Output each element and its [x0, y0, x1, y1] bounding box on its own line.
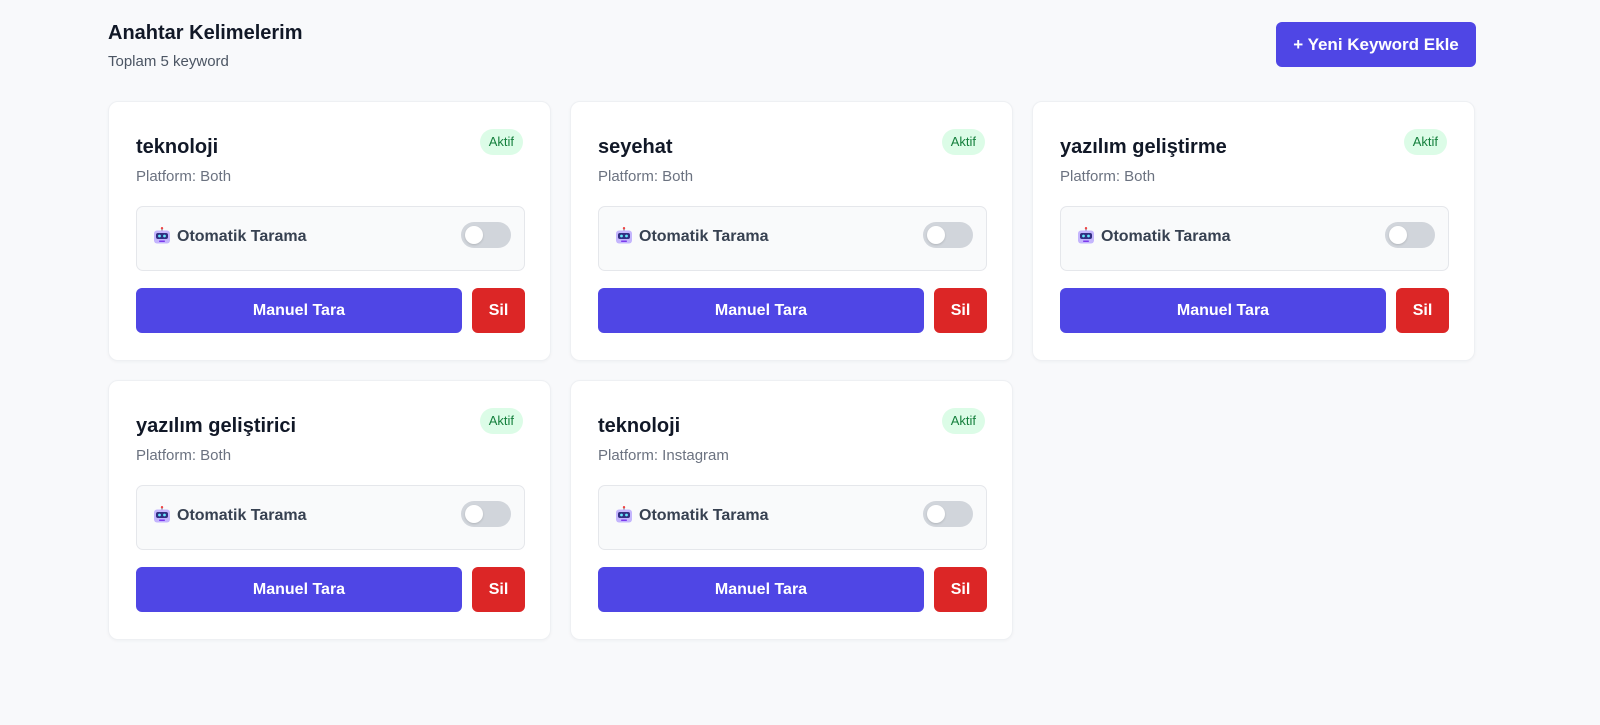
- page-header: Anahtar Kelimelerim Toplam 5 keyword + Y…: [108, 20, 1476, 80]
- auto-scan-toggle[interactable]: [461, 222, 511, 248]
- auto-scan-panel: Otomatik Tarama: [598, 206, 987, 271]
- manual-scan-button[interactable]: Manuel Tara: [136, 288, 462, 333]
- status-badge: Aktif: [941, 408, 985, 434]
- auto-scan-panel: Otomatik Tarama: [136, 206, 525, 271]
- add-keyword-button[interactable]: + Yeni Keyword Ekle: [1276, 22, 1476, 67]
- keyword-platform: Platform: Both: [136, 168, 232, 185]
- keyword-title: yazılım geliştirme: [1060, 136, 1227, 158]
- keyword-title: seyehat: [598, 136, 673, 158]
- auto-scan-panel: Otomatik Tarama: [136, 485, 525, 550]
- keyword-title: teknoloji: [598, 415, 681, 437]
- toggle-knob: [465, 505, 483, 523]
- auto-scan-panel: Otomatik Tarama: [598, 485, 987, 550]
- manual-scan-button[interactable]: Manuel Tara: [598, 567, 924, 612]
- keyword-card: teknoloji Platform: Instagram Aktif Otom…: [570, 380, 1013, 640]
- keyword-platform: Platform: Both: [598, 168, 694, 185]
- robot-icon: [616, 227, 632, 244]
- delete-button[interactable]: Sil: [472, 288, 525, 333]
- robot-icon: [154, 506, 170, 523]
- auto-scan-toggle[interactable]: [923, 501, 973, 527]
- auto-scan-toggle[interactable]: [461, 501, 511, 527]
- auto-scan-label: Otomatik Tarama: [639, 228, 769, 245]
- keyword-title: teknoloji: [136, 136, 219, 158]
- keyword-title: yazılım geliştirici: [136, 415, 297, 437]
- keyword-platform: Platform: Instagram: [598, 447, 729, 464]
- keyword-platform: Platform: Both: [136, 447, 232, 464]
- manual-scan-button[interactable]: Manuel Tara: [136, 567, 462, 612]
- auto-scan-toggle[interactable]: [1385, 222, 1435, 248]
- manual-scan-button[interactable]: Manuel Tara: [598, 288, 924, 333]
- delete-button[interactable]: Sil: [1396, 288, 1449, 333]
- robot-icon: [1078, 227, 1094, 244]
- toggle-knob: [927, 226, 945, 244]
- status-badge: Aktif: [941, 129, 985, 155]
- keyword-platform: Platform: Both: [1060, 168, 1156, 185]
- status-badge: Aktif: [1403, 129, 1447, 155]
- auto-scan-label: Otomatik Tarama: [177, 507, 307, 524]
- auto-scan-label: Otomatik Tarama: [177, 228, 307, 245]
- manual-scan-button[interactable]: Manuel Tara: [1060, 288, 1386, 333]
- auto-scan-label: Otomatik Tarama: [1101, 228, 1231, 245]
- status-badge: Aktif: [479, 408, 523, 434]
- auto-scan-panel: Otomatik Tarama: [1060, 206, 1449, 271]
- keyword-card: yazılım geliştirici Platform: Both Aktif…: [108, 380, 551, 640]
- auto-scan-label: Otomatik Tarama: [639, 507, 769, 524]
- page-title: Anahtar Kelimelerim: [108, 22, 303, 44]
- keyword-card: teknoloji Platform: Both Aktif Otomatik …: [108, 101, 551, 361]
- robot-icon: [154, 227, 170, 244]
- keyword-card: seyehat Platform: Both Aktif Otomatik Ta…: [570, 101, 1013, 361]
- toggle-knob: [465, 226, 483, 244]
- auto-scan-toggle[interactable]: [923, 222, 973, 248]
- robot-icon: [616, 506, 632, 523]
- keyword-count: Toplam 5 keyword: [108, 53, 229, 70]
- keyword-card: yazılım geliştirme Platform: Both Aktif …: [1032, 101, 1475, 361]
- status-badge: Aktif: [479, 129, 523, 155]
- delete-button[interactable]: Sil: [472, 567, 525, 612]
- keyword-grid: teknoloji Platform: Both Aktif Otomatik …: [108, 101, 1475, 640]
- toggle-knob: [927, 505, 945, 523]
- toggle-knob: [1389, 226, 1407, 244]
- delete-button[interactable]: Sil: [934, 288, 987, 333]
- delete-button[interactable]: Sil: [934, 567, 987, 612]
